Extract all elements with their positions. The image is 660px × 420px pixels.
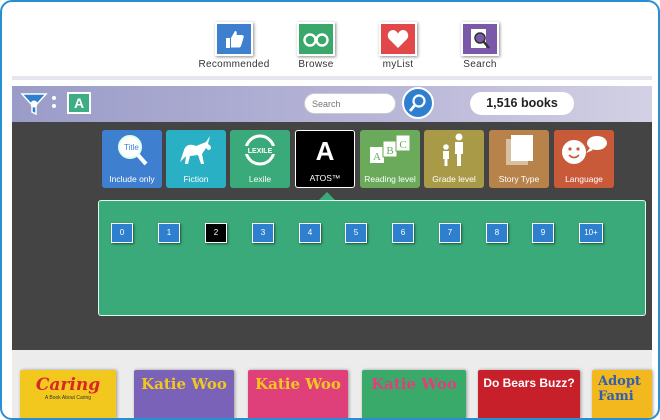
svg-text:LEXILE: LEXILE (248, 148, 273, 155)
book-title: Katie Woo (255, 375, 341, 393)
category-fiction[interactable]: Fiction (166, 130, 226, 188)
category-story-type[interactable]: Story Type (489, 130, 549, 188)
svg-text:A: A (373, 151, 381, 163)
nav-browse[interactable]: Browse (276, 22, 356, 70)
category-include-only[interactable]: Title Include only (102, 130, 162, 188)
book-title: Adopt Fami (598, 374, 641, 404)
book-subtitle: A Book About Caring (44, 395, 92, 401)
filter-funnel-icon[interactable] (20, 90, 48, 123)
category-lexile[interactable]: LEXILE Lexile (230, 130, 290, 188)
category-language[interactable]: Language (554, 130, 614, 188)
book-shelf: Caring A Book About Caring Katie Woo Kat… (12, 350, 652, 418)
divider (12, 76, 652, 80)
book-cover[interactable]: Katie Woo (248, 370, 348, 418)
svg-text:C: C (399, 139, 406, 151)
book-title: Katie Woo (141, 375, 227, 393)
abc-blocks-icon: A B C (360, 130, 420, 170)
nav-label-search: Search (463, 59, 497, 70)
magnifier-book-icon (461, 22, 499, 56)
nav-recommended[interactable]: Recommended (194, 22, 274, 70)
nav-label-browse: Browse (298, 59, 334, 70)
nav-label-recommended: Recommended (198, 59, 270, 70)
title-search-icon: Title (102, 130, 162, 170)
unicorn-icon (166, 130, 226, 170)
level-1-button[interactable]: 1 (158, 223, 180, 243)
book-cover[interactable]: Katie Woo (362, 370, 466, 418)
category-label: Story Type (498, 174, 540, 184)
lexile-icon: LEXILE (230, 130, 290, 170)
atos-level-panel: 0 1 2 3 4 5 6 7 8 9 10+ (98, 200, 646, 316)
book-count: 1,516 books (470, 92, 574, 115)
category-label: Grade level (432, 174, 476, 184)
book-title: Katie Woo (371, 375, 457, 393)
category-label: Lexile (248, 174, 272, 184)
atos-glyph: A (315, 135, 335, 166)
filter-bar: A 1,516 books (12, 86, 652, 122)
svg-text:B: B (386, 145, 393, 157)
book-title: Do Bears Buzz? (483, 376, 575, 390)
nav-mylist[interactable]: myList (358, 22, 438, 70)
book-cover[interactable]: Adopt Fami (592, 370, 652, 418)
nav-search[interactable]: Search (440, 22, 520, 70)
level-2-button[interactable]: 2 (205, 223, 227, 243)
category-label: Fiction (183, 174, 209, 184)
search-input[interactable] (304, 93, 396, 114)
level-9-button[interactable]: 9 (532, 223, 554, 243)
level-4-button[interactable]: 4 (299, 223, 321, 243)
category-reading-level[interactable]: A B C Reading level (360, 130, 420, 188)
top-navigation: Recommended Browse myList Search (2, 2, 658, 78)
filter-separator-icon (52, 96, 56, 112)
filter-panel: Title Include only Fiction LEXILE Lexile… (12, 122, 652, 350)
category-label: Include only (109, 174, 155, 184)
level-6-button[interactable]: 6 (392, 223, 414, 243)
level-7-button[interactable]: 7 (439, 223, 461, 243)
letter-a-icon: A (296, 131, 354, 171)
category-label: ATOS™ (309, 173, 341, 183)
level-10plus-button[interactable]: 10+ (579, 223, 603, 243)
search-icon (408, 94, 426, 112)
book-cover[interactable]: Katie Woo (134, 370, 234, 418)
svg-text:Title: Title (124, 143, 139, 152)
active-filter-badge[interactable]: A (67, 92, 91, 114)
category-atos[interactable]: A ATOS™ (295, 130, 355, 188)
book-cover[interactable]: Do Bears Buzz? (478, 370, 580, 418)
category-grade-level[interactable]: Grade level (424, 130, 484, 188)
speech-face-icon (554, 130, 614, 170)
parent-child-icon (424, 130, 484, 170)
search-button[interactable] (402, 87, 434, 119)
pages-icon (489, 130, 549, 170)
category-label: Language (565, 174, 603, 184)
level-3-button[interactable]: 3 (252, 223, 274, 243)
app-frame: Recommended Browse myList Search A Searc… (0, 0, 660, 420)
binoculars-icon (297, 22, 335, 56)
level-8-button[interactable]: 8 (486, 223, 508, 243)
thumbs-up-icon (215, 22, 253, 56)
level-0-button[interactable]: 0 (111, 223, 133, 243)
level-5-button[interactable]: 5 (345, 223, 367, 243)
book-cover[interactable]: Caring A Book About Caring (20, 370, 116, 418)
category-label: Reading level (364, 174, 416, 184)
nav-label-mylist: myList (382, 59, 414, 70)
heart-icon (379, 22, 417, 56)
book-title: Caring (35, 375, 101, 395)
